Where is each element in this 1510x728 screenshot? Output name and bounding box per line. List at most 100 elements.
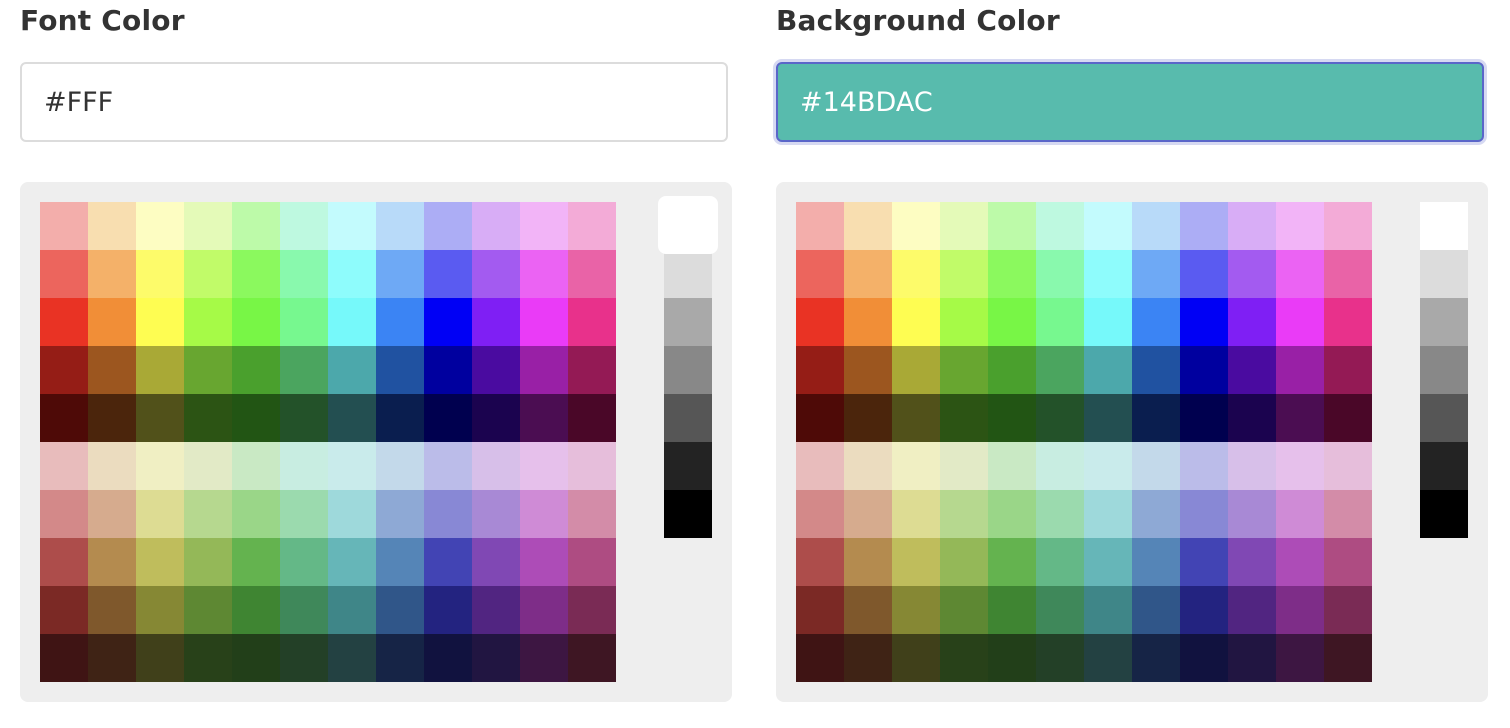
color-swatch[interactable] <box>472 538 520 586</box>
color-swatch[interactable] <box>1276 346 1324 394</box>
gray-swatch[interactable] <box>1420 298 1468 346</box>
color-swatch[interactable] <box>472 250 520 298</box>
color-swatch[interactable] <box>1276 442 1324 490</box>
color-swatch[interactable] <box>520 250 568 298</box>
color-swatch[interactable] <box>844 202 892 250</box>
color-swatch[interactable] <box>1180 586 1228 634</box>
color-swatch[interactable] <box>892 346 940 394</box>
color-swatch[interactable] <box>568 394 616 442</box>
color-swatch[interactable] <box>1036 394 1084 442</box>
color-swatch[interactable] <box>1180 298 1228 346</box>
color-swatch[interactable] <box>940 298 988 346</box>
color-swatch[interactable] <box>472 202 520 250</box>
color-swatch[interactable] <box>1228 250 1276 298</box>
color-swatch[interactable] <box>568 538 616 586</box>
color-swatch[interactable] <box>184 586 232 634</box>
color-swatch[interactable] <box>1084 586 1132 634</box>
color-swatch[interactable] <box>1324 394 1372 442</box>
color-swatch[interactable] <box>1036 250 1084 298</box>
color-swatch[interactable] <box>796 538 844 586</box>
color-swatch[interactable] <box>1324 586 1372 634</box>
color-swatch[interactable] <box>1132 586 1180 634</box>
color-swatch[interactable] <box>1228 634 1276 682</box>
gray-swatch[interactable] <box>1420 250 1468 298</box>
color-swatch[interactable] <box>376 586 424 634</box>
gray-swatch[interactable] <box>664 394 712 442</box>
color-swatch[interactable] <box>472 634 520 682</box>
color-swatch[interactable] <box>280 394 328 442</box>
color-swatch[interactable] <box>1324 442 1372 490</box>
color-swatch[interactable] <box>520 394 568 442</box>
color-swatch[interactable] <box>376 490 424 538</box>
color-swatch[interactable] <box>796 202 844 250</box>
color-swatch[interactable] <box>1036 346 1084 394</box>
color-swatch[interactable] <box>88 394 136 442</box>
color-swatch[interactable] <box>796 298 844 346</box>
color-swatch[interactable] <box>988 394 1036 442</box>
color-swatch[interactable] <box>232 634 280 682</box>
color-swatch[interactable] <box>796 394 844 442</box>
gray-swatch[interactable] <box>664 250 712 298</box>
color-swatch[interactable] <box>1084 250 1132 298</box>
color-swatch[interactable] <box>988 538 1036 586</box>
color-swatch[interactable] <box>88 250 136 298</box>
color-swatch[interactable] <box>40 250 88 298</box>
color-swatch[interactable] <box>328 442 376 490</box>
color-swatch[interactable] <box>844 250 892 298</box>
color-swatch[interactable] <box>1180 538 1228 586</box>
color-swatch[interactable] <box>40 394 88 442</box>
color-swatch[interactable] <box>184 538 232 586</box>
color-swatch[interactable] <box>892 634 940 682</box>
color-swatch[interactable] <box>520 298 568 346</box>
color-swatch[interactable] <box>1324 202 1372 250</box>
color-swatch[interactable] <box>520 442 568 490</box>
color-swatch[interactable] <box>280 538 328 586</box>
color-swatch[interactable] <box>88 346 136 394</box>
color-swatch[interactable] <box>1180 250 1228 298</box>
color-swatch[interactable] <box>328 490 376 538</box>
color-swatch[interactable] <box>988 442 1036 490</box>
color-swatch[interactable] <box>376 634 424 682</box>
color-swatch[interactable] <box>520 586 568 634</box>
color-swatch[interactable] <box>796 586 844 634</box>
color-swatch[interactable] <box>844 394 892 442</box>
color-swatch[interactable] <box>136 202 184 250</box>
color-swatch[interactable] <box>232 202 280 250</box>
color-swatch[interactable] <box>280 298 328 346</box>
color-swatch[interactable] <box>1276 250 1324 298</box>
color-swatch[interactable] <box>1084 490 1132 538</box>
gray-swatch-selected[interactable] <box>658 196 718 254</box>
color-swatch[interactable] <box>1324 538 1372 586</box>
color-swatch[interactable] <box>1276 394 1324 442</box>
color-swatch[interactable] <box>136 346 184 394</box>
color-swatch[interactable] <box>424 202 472 250</box>
color-swatch[interactable] <box>184 394 232 442</box>
color-swatch[interactable] <box>136 250 184 298</box>
color-swatch[interactable] <box>844 346 892 394</box>
color-swatch[interactable] <box>136 634 184 682</box>
color-swatch[interactable] <box>376 442 424 490</box>
color-swatch[interactable] <box>232 442 280 490</box>
color-swatch[interactable] <box>232 586 280 634</box>
color-swatch[interactable] <box>1132 442 1180 490</box>
color-swatch[interactable] <box>1276 298 1324 346</box>
color-swatch[interactable] <box>40 442 88 490</box>
gray-swatch[interactable] <box>1420 394 1468 442</box>
color-swatch[interactable] <box>40 634 88 682</box>
color-swatch[interactable] <box>796 250 844 298</box>
color-swatch[interactable] <box>280 250 328 298</box>
color-swatch[interactable] <box>184 634 232 682</box>
color-swatch[interactable] <box>1084 442 1132 490</box>
color-swatch[interactable] <box>796 490 844 538</box>
color-swatch[interactable] <box>1132 394 1180 442</box>
color-swatch[interactable] <box>1036 586 1084 634</box>
gray-swatch[interactable] <box>664 346 712 394</box>
color-swatch[interactable] <box>568 442 616 490</box>
color-swatch[interactable] <box>280 634 328 682</box>
color-swatch[interactable] <box>424 538 472 586</box>
color-swatch[interactable] <box>892 250 940 298</box>
color-swatch[interactable] <box>88 298 136 346</box>
color-swatch[interactable] <box>940 442 988 490</box>
color-swatch[interactable] <box>280 586 328 634</box>
color-swatch[interactable] <box>1132 298 1180 346</box>
